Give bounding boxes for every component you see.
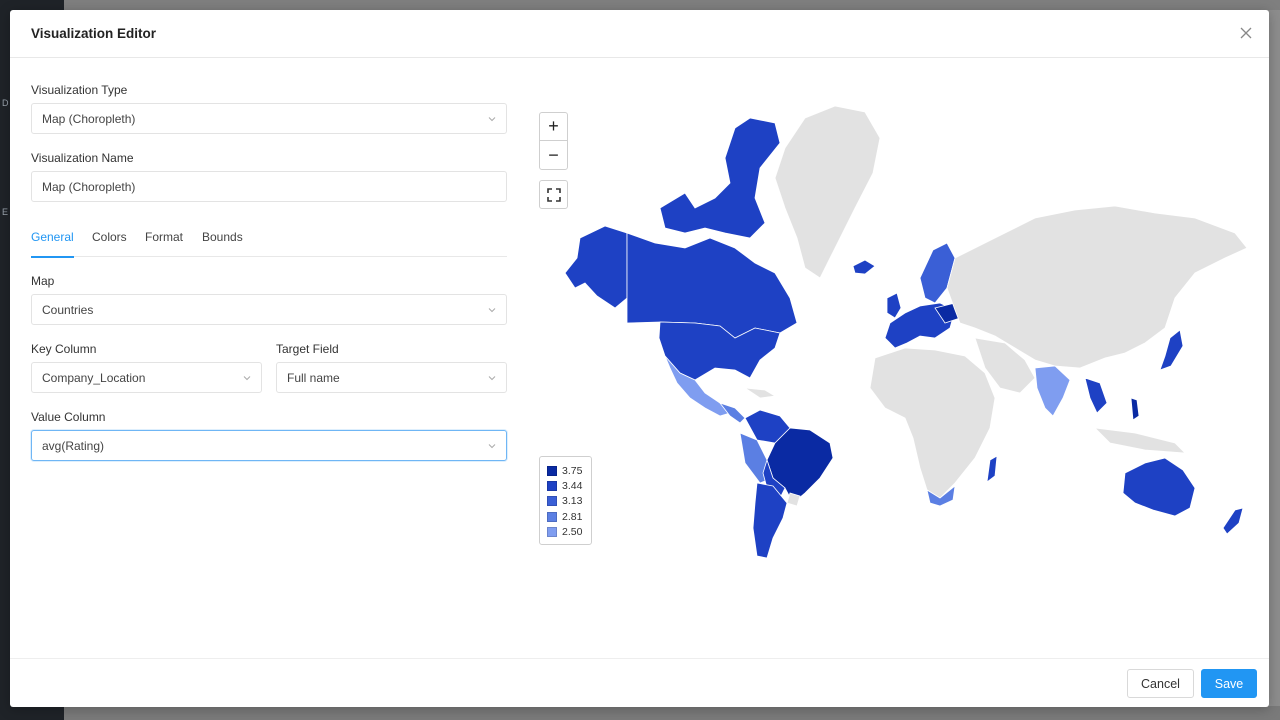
map-select[interactable]: Countries bbox=[31, 294, 507, 325]
save-button[interactable]: Save bbox=[1201, 669, 1257, 698]
viz-type-value: Map (Choropleth) bbox=[42, 111, 136, 126]
chevron-down-icon bbox=[488, 117, 496, 122]
legend-item: 3.44 bbox=[547, 478, 591, 493]
viz-type-label: Visualization Type bbox=[31, 83, 128, 97]
dialog-header: Visualization Editor bbox=[10, 10, 1269, 58]
country-iceland[interactable] bbox=[852, 259, 876, 275]
legend-value: 2.81 bbox=[562, 510, 583, 523]
zoom-in-button[interactable]: + bbox=[540, 113, 567, 141]
legend-value: 3.44 bbox=[562, 480, 583, 493]
legend-swatch bbox=[547, 496, 557, 507]
background-glyph: E bbox=[2, 207, 9, 217]
legend-item: 2.50 bbox=[547, 525, 591, 540]
close-icon bbox=[1240, 27, 1252, 39]
value-column-label: Value Column bbox=[31, 410, 106, 424]
zoom-control: + − bbox=[539, 112, 568, 170]
country-indonesia[interactable] bbox=[1093, 427, 1187, 454]
country-new-zealand[interactable] bbox=[1222, 507, 1244, 535]
legend-swatch bbox=[547, 481, 557, 492]
visualization-editor-dialog: Visualization Editor Visualization Type … bbox=[10, 10, 1269, 707]
target-field-select[interactable]: Full name bbox=[276, 362, 507, 393]
tab-bounds[interactable]: Bounds bbox=[202, 230, 243, 256]
zoom-out-button[interactable]: − bbox=[540, 141, 567, 169]
legend-item: 3.75 bbox=[547, 463, 591, 478]
viz-name-label: Visualization Name bbox=[31, 151, 134, 165]
country-australia[interactable] bbox=[1122, 457, 1196, 517]
country-usa-alaska[interactable] bbox=[564, 225, 628, 309]
tab-colors[interactable]: Colors bbox=[92, 230, 127, 256]
legend-swatch bbox=[547, 465, 557, 476]
key-column-select[interactable]: Company_Location bbox=[31, 362, 262, 393]
country-japan[interactable] bbox=[1159, 329, 1184, 371]
country-canada-islands[interactable] bbox=[659, 117, 781, 239]
target-field-label: Target Field bbox=[276, 342, 339, 356]
legend-value: 3.75 bbox=[562, 464, 583, 477]
target-field-value: Full name bbox=[287, 370, 340, 385]
map-select-value: Countries bbox=[42, 302, 94, 317]
country-southeast-asia[interactable] bbox=[1084, 377, 1108, 414]
country-philippines[interactable] bbox=[1130, 397, 1140, 421]
tab-general[interactable]: General bbox=[31, 230, 74, 258]
editor-tabs: General Colors Format Bounds bbox=[31, 224, 507, 258]
background-page bbox=[64, 0, 1280, 10]
background-page bbox=[64, 706, 1280, 720]
viz-type-select[interactable]: Map (Choropleth) bbox=[31, 103, 507, 134]
chevron-down-icon bbox=[488, 444, 496, 449]
country-caribbean[interactable] bbox=[744, 387, 777, 399]
legend-item: 2.81 bbox=[547, 509, 591, 524]
country-africa[interactable] bbox=[869, 347, 996, 499]
close-button[interactable] bbox=[1237, 24, 1255, 42]
tab-format[interactable]: Format bbox=[145, 230, 183, 256]
legend-value: 3.13 bbox=[562, 495, 583, 508]
legend-swatch bbox=[547, 511, 557, 522]
chevron-down-icon bbox=[488, 308, 496, 313]
chevron-down-icon bbox=[488, 376, 496, 381]
key-column-label: Key Column bbox=[31, 342, 97, 356]
dialog-title: Visualization Editor bbox=[31, 26, 157, 41]
key-column-value: Company_Location bbox=[42, 370, 146, 385]
country-greenland[interactable] bbox=[774, 105, 881, 279]
legend-item: 3.13 bbox=[547, 494, 591, 509]
country-madagascar[interactable] bbox=[986, 455, 998, 483]
dialog-footer: Cancel Save bbox=[10, 658, 1269, 707]
value-column-value: avg(Rating) bbox=[42, 438, 105, 453]
cancel-button[interactable]: Cancel bbox=[1127, 669, 1194, 698]
legend-swatch bbox=[547, 527, 557, 538]
map-label: Map bbox=[31, 274, 55, 288]
viz-name-value: Map (Choropleth) bbox=[42, 179, 136, 194]
legend-value: 2.50 bbox=[562, 526, 583, 539]
fullscreen-icon bbox=[546, 187, 561, 202]
country-uk[interactable] bbox=[886, 292, 902, 319]
chevron-down-icon bbox=[243, 376, 251, 381]
country-canada[interactable] bbox=[626, 232, 798, 339]
country-india[interactable] bbox=[1034, 365, 1071, 417]
viz-name-input[interactable]: Map (Choropleth) bbox=[31, 171, 507, 202]
value-column-select[interactable]: avg(Rating) bbox=[31, 430, 507, 461]
choropleth-map[interactable] bbox=[535, 98, 1255, 568]
background-glyph: D bbox=[2, 98, 9, 108]
fullscreen-button[interactable] bbox=[539, 180, 568, 209]
map-legend: 3.75 3.44 3.13 2.81 2.50 bbox=[539, 456, 592, 545]
